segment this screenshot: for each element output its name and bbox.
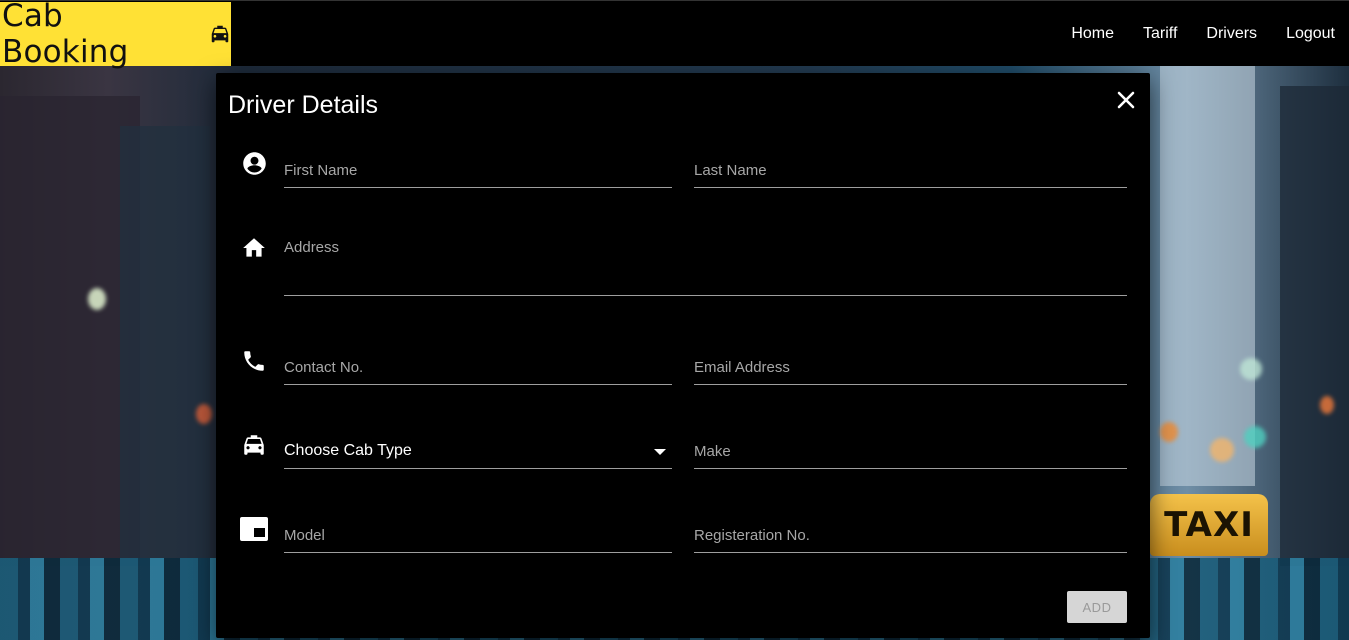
dropdown-arrow-icon — [654, 441, 666, 460]
phone-icon — [240, 347, 268, 375]
taxi-sign: TAXI — [1150, 494, 1268, 556]
nav-logout[interactable]: Logout — [1286, 25, 1335, 43]
taxi-icon — [240, 431, 268, 459]
close-icon — [1117, 91, 1135, 113]
brand-title: Cab Booking — [2, 0, 129, 70]
contact-input[interactable] — [284, 350, 672, 384]
dialog-title: Driver Details — [228, 91, 379, 119]
nav-home[interactable]: Home — [1071, 25, 1114, 43]
cab-type-select[interactable]: Choose Cab Type — [284, 433, 672, 469]
last-name-field[interactable] — [694, 153, 1127, 188]
registration-field[interactable] — [694, 518, 1127, 553]
email-field[interactable] — [694, 350, 1127, 385]
nav-tariff[interactable]: Tariff — [1143, 25, 1177, 43]
first-name-input[interactable] — [284, 153, 672, 187]
make-input[interactable] — [694, 434, 1127, 468]
driver-details-dialog: Driver Details Choose Cab Type — [216, 73, 1150, 638]
brand[interactable]: Cab Booking — [0, 0, 231, 70]
email-input[interactable] — [694, 350, 1127, 384]
nav-drivers[interactable]: Drivers — [1206, 25, 1257, 43]
top-navbar: Cab Booking Home Tariff Drivers Logout — [0, 0, 1349, 70]
address-field[interactable] — [284, 239, 1127, 296]
model-field[interactable] — [284, 518, 672, 553]
model-input[interactable] — [284, 518, 672, 552]
last-name-input[interactable] — [694, 153, 1127, 187]
close-button[interactable] — [1114, 90, 1138, 114]
account-circle-icon — [240, 149, 268, 177]
add-button[interactable]: ADD — [1067, 591, 1127, 623]
cab-type-selected: Choose Cab Type — [284, 441, 412, 459]
home-icon — [240, 234, 268, 262]
make-field[interactable] — [694, 434, 1127, 469]
main-nav: Home Tariff Drivers Logout — [1071, 1, 1335, 67]
contact-field[interactable] — [284, 350, 672, 385]
picture-in-picture-icon — [240, 515, 268, 543]
registration-input[interactable] — [694, 518, 1127, 552]
first-name-field[interactable] — [284, 153, 672, 188]
address-input[interactable] — [284, 239, 1127, 295]
taxi-icon — [209, 23, 231, 45]
